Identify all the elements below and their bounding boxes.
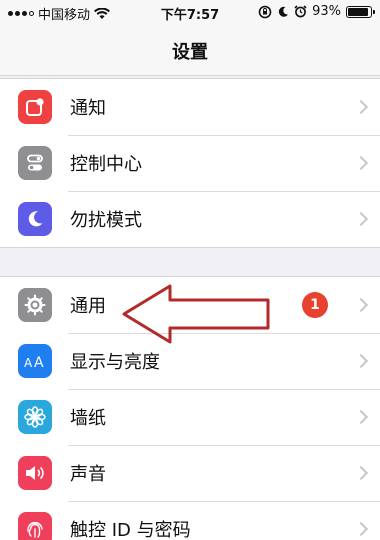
battery-icon <box>346 5 375 18</box>
settings-group-1: 通知 控制中心 勿扰模式 <box>0 78 380 248</box>
settings-row-label: 勿扰模式 <box>70 210 142 231</box>
chevron-right-icon <box>353 521 369 537</box>
chevron-right-icon <box>353 99 369 115</box>
do-not-disturb-moon-icon <box>278 6 289 17</box>
chevron-right-icon <box>353 353 369 369</box>
chevron-right-icon <box>353 465 369 481</box>
alarm-icon <box>294 5 307 18</box>
settings-row-notifications[interactable]: 通知 <box>0 79 380 135</box>
chevron-right-icon <box>353 409 369 425</box>
settings-group-2: 通用 1 A A 显示与亮度 墙纸 声音 触控 ID 与密码 <box>0 276 380 540</box>
svg-text:A: A <box>24 356 33 370</box>
settings-row-label: 显示与亮度 <box>70 352 160 373</box>
navigation-bar: 设置 <box>0 26 380 76</box>
status-bar: 中国移动 下午7:57 93% <box>0 0 380 26</box>
settings-row-sounds[interactable]: 声音 <box>0 445 380 501</box>
settings-row-do-not-disturb[interactable]: 勿扰模式 <box>0 191 380 247</box>
wallpaper-icon <box>18 400 52 434</box>
notification-badge: 1 <box>302 292 328 318</box>
battery-percent: 93% <box>312 4 341 19</box>
chevron-right-icon <box>353 297 369 313</box>
control-center-icon <box>18 146 52 180</box>
settings-row-label: 墙纸 <box>70 408 106 429</box>
speaker-icon <box>18 456 52 490</box>
chevron-right-icon <box>353 211 369 227</box>
chevron-right-icon <box>353 155 369 171</box>
settings-row-general[interactable]: 通用 1 <box>0 277 380 333</box>
rotation-lock-icon <box>258 5 272 18</box>
notifications-icon <box>18 90 52 124</box>
svg-text:A: A <box>34 355 44 371</box>
gear-icon <box>18 288 52 322</box>
moon-icon <box>18 202 52 236</box>
settings-row-label: 触控 ID 与密码 <box>70 520 191 540</box>
settings-row-label: 控制中心 <box>70 154 142 175</box>
page-title: 设置 <box>172 41 208 63</box>
settings-row-touch-id-passcode[interactable]: 触控 ID 与密码 <box>0 501 380 540</box>
settings-row-label: 通用 <box>70 296 106 317</box>
display-icon: A A <box>18 344 52 378</box>
status-right: 93% <box>258 4 375 19</box>
settings-row-wallpaper[interactable]: 墙纸 <box>0 389 380 445</box>
settings-row-display-brightness[interactable]: A A 显示与亮度 <box>0 333 380 389</box>
settings-row-control-center[interactable]: 控制中心 <box>0 135 380 191</box>
settings-row-label: 通知 <box>70 98 106 119</box>
settings-row-label: 声音 <box>70 464 106 485</box>
fingerprint-icon <box>18 512 52 540</box>
